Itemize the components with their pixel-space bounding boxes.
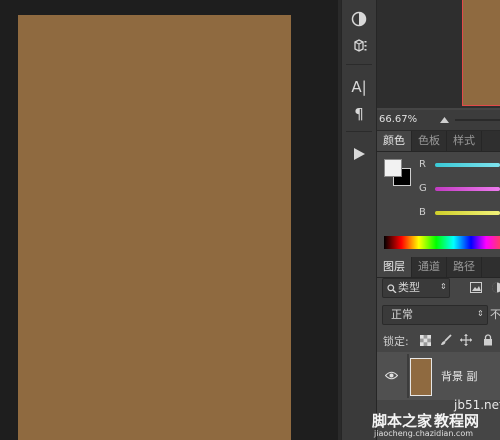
watermark-url: jiaocheng.chazidian.com <box>374 429 474 438</box>
lock-icon[interactable] <box>482 334 494 346</box>
type-icon[interactable]: A| <box>342 76 376 98</box>
layer-thumbnail[interactable] <box>410 358 432 396</box>
b-label: B <box>419 207 426 218</box>
opacity-label: 不 <box>490 308 500 321</box>
paragraph-icon[interactable]: ¶ <box>342 103 376 125</box>
toolbar-separator <box>346 64 372 65</box>
g-label: G <box>419 183 427 194</box>
brush-lock-icon[interactable] <box>440 334 452 346</box>
updown-arrow-icon: ⇕ <box>440 282 447 291</box>
tab-paths[interactable]: 路径 <box>447 257 482 277</box>
document-canvas[interactable] <box>18 15 291 440</box>
tab-color[interactable]: 颜色 <box>377 131 412 151</box>
color-panel-tabs: 颜色 色板 样式 <box>377 131 500 152</box>
g-slider[interactable] <box>435 187 500 191</box>
layer-filter-select[interactable]: 类型 ⇕ <box>382 278 450 298</box>
move-lock-icon[interactable] <box>460 334 472 346</box>
tab-swatches[interactable]: 色板 <box>412 131 447 151</box>
tab-styles[interactable]: 样式 <box>447 131 482 151</box>
watermark-brand: 脚本之家 <box>372 412 433 430</box>
lock-label: 锁定: <box>383 335 409 348</box>
layer-filter-label: 类型 <box>398 281 420 294</box>
tab-layers[interactable]: 图层 <box>377 257 412 277</box>
layer-row-divider <box>407 354 409 398</box>
adjustment-filter-icon[interactable] <box>491 282 500 293</box>
toolbar-separator <box>346 131 372 132</box>
navigator-zoom-row: 66.67% <box>377 110 500 131</box>
watermark-tutorial: 教程网 <box>434 412 480 430</box>
layer-row[interactable]: 背景 副 <box>377 352 500 400</box>
site-watermark: jb51.net 脚本之家 教程网 jiaocheng.chazidian.co… <box>372 398 500 440</box>
cube-icon[interactable] <box>342 35 376 57</box>
search-icon <box>387 284 397 293</box>
image-filter-icon[interactable] <box>470 282 482 293</box>
zoom-out-mountain-icon[interactable] <box>440 116 449 123</box>
r-label: R <box>419 159 426 170</box>
updown-arrow-icon: ⇕ <box>477 309 484 318</box>
r-slider[interactable] <box>435 163 500 167</box>
contrast-icon[interactable] <box>342 8 376 30</box>
layer-name[interactable]: 背景 副 <box>441 368 478 384</box>
zoom-value[interactable]: 66.67% <box>379 114 417 125</box>
type-icon-glyph: A| <box>351 78 367 96</box>
play-icon[interactable] <box>342 143 376 165</box>
foreground-color-swatch[interactable] <box>384 159 402 177</box>
tab-channels[interactable]: 通道 <box>412 257 447 277</box>
panel-dock-toolbar: A| ¶ <box>341 0 377 440</box>
blend-mode-value: 正常 <box>391 308 413 321</box>
navigator-view-box[interactable] <box>462 0 500 106</box>
color-spectrum-bar[interactable] <box>384 236 500 249</box>
eye-visibility-icon[interactable] <box>385 371 398 380</box>
b-slider[interactable] <box>435 211 500 215</box>
paragraph-icon-glyph: ¶ <box>354 105 364 123</box>
blend-mode-select[interactable]: 正常 ⇕ <box>382 305 488 325</box>
layers-panel-tabs: 图层 通道 路径 <box>377 257 500 278</box>
zoom-slider-track[interactable] <box>455 119 500 121</box>
lock-transparent-pixels-icon[interactable] <box>419 334 431 346</box>
